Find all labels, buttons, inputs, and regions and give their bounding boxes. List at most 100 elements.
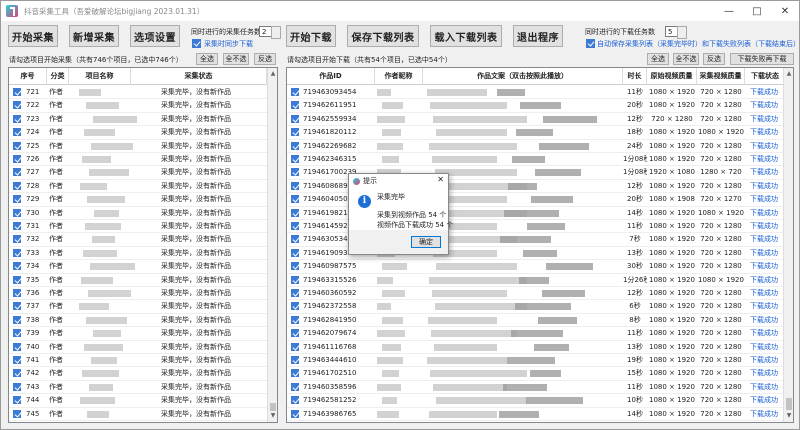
table-row[interactable]: 719462372558 6秒 1080 × 1920 720 × 1280 下载成功	[287, 300, 783, 314]
start-download-button[interactable]: 开始下载	[286, 25, 336, 47]
row-checkbox[interactable]	[291, 262, 299, 271]
caption-cell[interactable]	[430, 102, 507, 110]
autosave-checkbox[interactable]	[586, 39, 595, 48]
col-header-duration[interactable]: 时长	[623, 68, 647, 85]
caption-cell[interactable]	[503, 383, 547, 391]
row-checkbox[interactable]	[291, 302, 299, 311]
table-row[interactable]: 736 作者 采集完毕，没有新作品	[9, 287, 267, 301]
row-checkbox[interactable]	[13, 289, 21, 297]
caption-cell[interactable]	[523, 249, 557, 257]
table-row[interactable]: 742 作者 采集完毕，没有新作品	[9, 367, 267, 381]
row-checkbox[interactable]	[13, 302, 21, 311]
caption-cell[interactable]	[508, 182, 537, 190]
table-row[interactable]: 743 作者 采集完毕，没有新作品	[9, 381, 267, 395]
caption-cell[interactable]	[428, 316, 497, 324]
scroll-down-icon[interactable]: ▼	[784, 412, 793, 422]
row-checkbox[interactable]	[291, 155, 299, 163]
download-concurrent-spinner[interactable]: 5	[665, 26, 687, 39]
caption-cell[interactable]	[534, 343, 569, 351]
col-header-no[interactable]: 序号	[9, 68, 47, 85]
row-checkbox[interactable]	[13, 356, 21, 364]
caption-cell[interactable]	[435, 303, 527, 311]
col-header-download-status[interactable]: 下载状态	[745, 68, 785, 85]
table-row[interactable]: 728 作者 采集完毕，没有新作品	[9, 180, 267, 194]
row-checkbox[interactable]	[291, 382, 299, 391]
caption-cell[interactable]	[546, 263, 593, 271]
table-row[interactable]: 719462841950 8秒 1080 × 1920 720 × 1280 下载成功	[287, 314, 783, 328]
row-checkbox[interactable]	[13, 195, 21, 204]
table-row[interactable]: 719462559934 12秒 720 × 1280 720 × 1280 下载成功	[287, 113, 783, 127]
row-checkbox[interactable]	[291, 369, 299, 378]
table-row[interactable]: 722 作者 采集完毕，没有新作品	[9, 99, 267, 113]
options-button[interactable]: 选项设置	[130, 25, 180, 47]
caption-cell[interactable]	[429, 410, 497, 418]
scroll-thumb[interactable]	[270, 403, 276, 411]
caption-cell[interactable]	[431, 330, 517, 338]
save-list-button[interactable]: 保存下载列表	[347, 25, 419, 47]
table-row[interactable]: 737 作者 采集完毕，没有新作品	[9, 300, 267, 314]
table-row[interactable]: 7194633155261分26秒1080 × 19201080 × 1920下…	[287, 274, 783, 287]
caption-cell[interactable]	[542, 290, 585, 297]
row-checkbox[interactable]	[291, 409, 299, 418]
table-row[interactable]: 719461702510 15秒 1080 × 1920 720 × 1280 下载成功	[287, 367, 783, 381]
table-row[interactable]: 730 作者 采集完毕，没有新作品	[9, 207, 267, 220]
caption-cell[interactable]	[497, 89, 525, 96]
row-checkbox[interactable]	[291, 289, 299, 297]
row-checkbox[interactable]	[13, 114, 21, 123]
col-header-category[interactable]: 分类	[47, 68, 69, 85]
table-row[interactable]: 719462079674 11秒 1080 × 1920 720 × 1280 下载成功	[287, 327, 783, 341]
row-checkbox[interactable]	[13, 168, 21, 177]
table-row[interactable]: 725 作者 采集完毕，没有新作品	[9, 140, 267, 153]
collect-concurrent-spinner[interactable]: 2	[259, 26, 281, 39]
row-checkbox[interactable]	[291, 128, 299, 137]
caption-cell[interactable]	[526, 397, 583, 405]
row-checkbox[interactable]	[13, 382, 21, 391]
row-checkbox[interactable]	[291, 195, 299, 204]
caption-cell[interactable]	[499, 410, 539, 418]
caption-cell[interactable]	[539, 142, 589, 150]
row-checkbox[interactable]	[291, 275, 299, 284]
caption-cell[interactable]	[434, 343, 497, 351]
col-header-author[interactable]: 作者昵称	[375, 68, 423, 85]
caption-cell[interactable]	[531, 196, 573, 204]
row-checkbox[interactable]	[291, 396, 299, 405]
row-checkbox[interactable]	[13, 208, 21, 217]
collect-select-none-button[interactable]: 全不选	[223, 53, 249, 65]
row-checkbox[interactable]	[291, 315, 299, 324]
table-row[interactable]: 729 作者 采集完毕，没有新作品	[9, 193, 267, 207]
sync-download-checkbox[interactable]	[192, 39, 201, 48]
add-collect-button[interactable]: 新增采集	[69, 25, 119, 47]
download-invert-button[interactable]: 反选	[703, 53, 725, 65]
row-checkbox[interactable]	[13, 248, 21, 257]
close-icon[interactable]: ✕	[437, 175, 444, 184]
table-row[interactable]: 724 作者 采集完毕，没有新作品	[9, 126, 267, 140]
retry-failed-button[interactable]: 下载失败再下载	[730, 53, 794, 65]
row-checkbox[interactable]	[13, 409, 21, 418]
close-icon[interactable]: ✕	[771, 1, 799, 21]
row-checkbox[interactable]	[13, 342, 21, 351]
maximize-icon[interactable]: □	[743, 1, 771, 21]
table-row[interactable]: 733 作者 采集完毕，没有新作品	[9, 247, 267, 261]
row-checkbox[interactable]	[291, 222, 299, 230]
row-checkbox[interactable]	[13, 128, 21, 137]
row-checkbox[interactable]	[291, 342, 299, 351]
scroll-up-icon[interactable]: ▲	[268, 70, 277, 80]
table-row[interactable]: 719462269682 24秒 1080 × 1920 720 × 1280 下载成功	[287, 140, 783, 153]
row-checkbox[interactable]	[291, 168, 299, 177]
scroll-down-icon[interactable]: ▼	[268, 412, 277, 422]
scroll-up-icon[interactable]: ▲	[784, 70, 793, 80]
caption-cell[interactable]	[433, 115, 527, 123]
caption-cell[interactable]	[520, 102, 561, 110]
caption-cell[interactable]	[433, 383, 507, 391]
col-header-name[interactable]: 项目名称	[69, 68, 131, 85]
caption-cell[interactable]	[512, 156, 545, 163]
minimize-icon[interactable]: —	[715, 1, 743, 21]
row-checkbox[interactable]	[291, 181, 299, 190]
download-select-all-button[interactable]: 全选	[647, 53, 669, 65]
row-checkbox[interactable]	[291, 356, 299, 364]
caption-cell[interactable]	[538, 316, 577, 324]
row-checkbox[interactable]	[291, 101, 299, 110]
table-row[interactable]: 719460987575 30秒 1080 × 1920 720 × 1280 下载成功	[287, 260, 783, 274]
table-row[interactable]: 735 作者 采集完毕，没有新作品	[9, 274, 267, 287]
collect-select-all-button[interactable]: 全选	[196, 53, 218, 65]
